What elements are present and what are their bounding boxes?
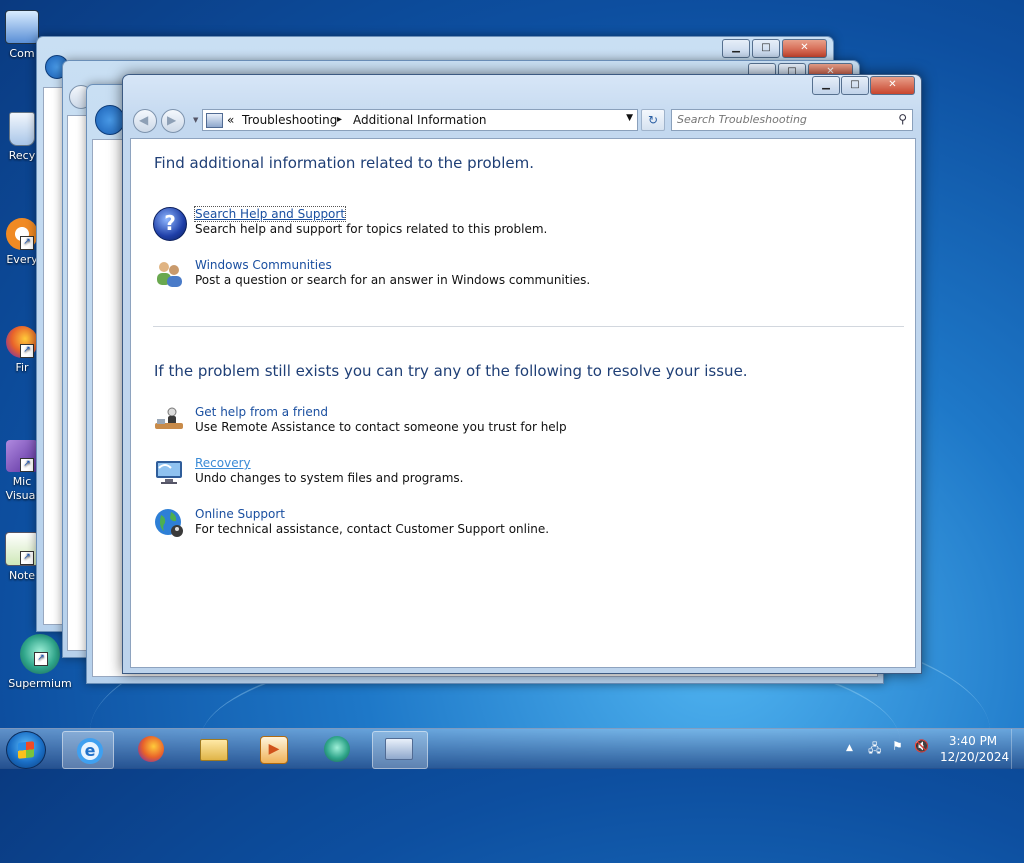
media-player-icon: ▶: [260, 736, 288, 764]
task-description: For technical assistance, contact Custom…: [195, 522, 550, 536]
volume-muted-icon[interactable]: 🔇: [914, 739, 929, 753]
action-center-flag-icon[interactable]: ⚑: [892, 739, 903, 753]
everything-icon: ↗: [6, 218, 38, 250]
taskbar-supermium[interactable]: [312, 731, 362, 767]
control-panel-icon: [206, 113, 223, 128]
start-button[interactable]: [6, 731, 46, 769]
show-desktop-button[interactable]: [1011, 729, 1024, 769]
globe-icon: [153, 507, 185, 539]
show-hidden-icons-button[interactable]: ▲: [846, 743, 853, 753]
breadcrumb-troubleshooting[interactable]: Troubleshooting: [242, 113, 337, 127]
back-button[interactable]: [95, 105, 125, 135]
taskbar-internet-explorer[interactable]: e: [62, 731, 114, 769]
online-support-link[interactable]: Online Support: [195, 507, 285, 521]
firefox-icon: ↗: [6, 326, 38, 358]
recent-pages-dropdown-icon[interactable]: ▼: [193, 116, 198, 124]
minimize-button[interactable]: ▁: [722, 39, 750, 58]
windows-communities-link[interactable]: Windows Communities: [195, 258, 332, 272]
taskbar-firefox[interactable]: [126, 731, 176, 767]
maximize-button[interactable]: □: [752, 39, 780, 58]
supermium-icon: ↗: [20, 634, 60, 674]
system-clock[interactable]: 3:40 PM 12/20/2024: [940, 733, 1010, 765]
search-help-link[interactable]: Search Help and Support: [193, 206, 347, 222]
back-arrow-icon: ◀: [139, 113, 149, 127]
recovery-link[interactable]: Recovery: [195, 456, 251, 470]
window-controls: ▁ □ ✕: [812, 76, 915, 95]
task-description: Undo changes to system files and program…: [195, 471, 464, 485]
taskbar-media-player[interactable]: ▶: [248, 731, 298, 767]
task-description: Search help and support for topics relat…: [195, 222, 548, 236]
troubleshooting-window[interactable]: ▁ □ ✕ ◀ ▶ ▼ « Troubleshooting ▸ Addition…: [122, 74, 922, 674]
search-input[interactable]: [672, 110, 892, 128]
folder-icon: [200, 739, 228, 761]
search-icon[interactable]: ⚲: [898, 112, 907, 126]
section-divider: [153, 326, 904, 327]
recovery-icon: [153, 456, 185, 488]
control-panel-icon: [385, 738, 413, 760]
window-controls: ▁ □ ✕: [722, 39, 827, 58]
address-dropdown-icon[interactable]: ▼: [626, 113, 633, 123]
shortcut-arrow-icon: ↗: [20, 458, 34, 472]
address-bar[interactable]: « Troubleshooting ▸ Additional Informati…: [202, 109, 638, 131]
taskbar: e ▶ ▲ 🖧 ⚑ 🔇 3:40 PM 12/20/2024: [0, 728, 1024, 769]
breadcrumb-separator-icon[interactable]: ▸: [337, 114, 342, 125]
close-button[interactable]: ✕: [870, 76, 915, 95]
refresh-button[interactable]: ↻: [641, 109, 665, 131]
supermium-icon: [324, 736, 350, 762]
internet-explorer-icon: e: [77, 738, 103, 764]
shortcut-arrow-icon: ↗: [34, 652, 48, 666]
close-button[interactable]: ✕: [782, 39, 827, 58]
forward-arrow-icon: ▶: [167, 113, 177, 127]
clock-date: 12/20/2024: [940, 750, 1010, 764]
forward-button[interactable]: ▶: [161, 109, 185, 133]
taskbar-control-panel[interactable]: [372, 731, 428, 769]
back-button[interactable]: ◀: [133, 109, 157, 133]
taskbar-file-explorer[interactable]: [188, 731, 238, 767]
shortcut-arrow-icon: ↗: [20, 344, 34, 358]
maximize-button[interactable]: □: [841, 76, 869, 95]
task-description: Post a question or search for an answer …: [195, 273, 591, 287]
windows-logo-icon: [18, 741, 34, 759]
get-help-from-friend-link[interactable]: Get help from a friend: [195, 405, 328, 419]
recycle-bin-icon: [9, 112, 35, 146]
breadcrumb-additional-information[interactable]: Additional Information: [353, 113, 487, 127]
desktop-icon-label: Supermium: [8, 677, 72, 690]
firefox-icon: [138, 736, 164, 762]
breadcrumb-overflow[interactable]: «: [227, 113, 234, 127]
content-pane: Find additional information related to t…: [130, 138, 916, 668]
task-description: Use Remote Assistance to contact someone…: [195, 420, 567, 434]
shortcut-arrow-icon: ↗: [20, 236, 34, 250]
visual-studio-icon: ↗: [6, 440, 38, 472]
clock-time: 3:40 PM: [948, 734, 998, 748]
communities-icon: [153, 258, 185, 290]
search-box[interactable]: ⚲: [671, 109, 913, 131]
computer-icon: [5, 10, 39, 44]
section-heading-resolve: If the problem still exists you can try …: [154, 362, 748, 380]
section-heading-additional-info: Find additional information related to t…: [154, 154, 534, 172]
remote-assistance-icon: [153, 405, 185, 437]
help-icon: ?: [153, 207, 187, 241]
network-icon[interactable]: 🖧: [868, 739, 881, 760]
minimize-button[interactable]: ▁: [812, 76, 840, 95]
notepad-icon: ↗: [5, 532, 39, 566]
shortcut-arrow-icon: ↗: [20, 551, 34, 565]
